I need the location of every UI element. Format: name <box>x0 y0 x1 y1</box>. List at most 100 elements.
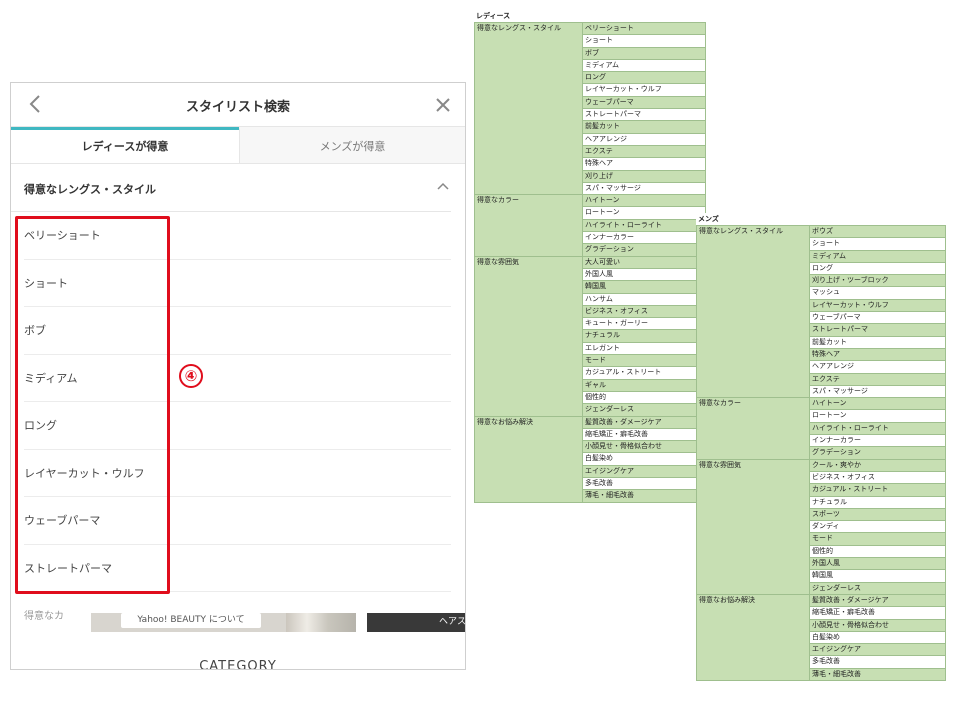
option-label: レイヤーカット・ウルフ <box>24 466 145 480</box>
option-label: ショート <box>24 276 68 290</box>
item-cell: ロートーン <box>809 409 946 423</box>
item-cell: スポーツ <box>809 507 946 522</box>
chevron-up-icon[interactable] <box>435 178 451 194</box>
item-cell: 小顔見せ・骨格似合わせ <box>809 618 946 632</box>
section-header-length-style[interactable]: 得意なレングス・スタイル <box>11 164 451 212</box>
item-cell: カジュアル・ストリート <box>809 483 946 497</box>
mens-reference-table: メンズ 得意なレングス・スタイル ボウズ ショート ミディアム ロング 刈り上げ・ツーブロ… <box>696 213 946 681</box>
item-cell: 外国人風 <box>582 267 706 282</box>
item-cell: 白髪染め <box>809 630 946 645</box>
hair-banner[interactable]: ヘアス <box>367 613 465 632</box>
stylist-search-modal: スタイリスト検索 レディースが得意 メンズが得意 得意なレングス・スタイル ベリ… <box>10 82 466 670</box>
mens-grid: 得意なレングス・スタイル ボウズ ショート ミディアム ロング 刈り上げ・ツーブロック マッ… <box>696 224 946 681</box>
item-cell: クール・爽やか <box>809 458 946 472</box>
item-cell: ロートーン <box>582 206 706 220</box>
item-cell: レイヤーカット・ウルフ <box>809 298 946 313</box>
item-cell: 薄毛・細毛改善 <box>809 667 946 681</box>
option-label: ボブ <box>24 324 46 338</box>
item-cell: ビジネス・オフィス <box>582 304 706 319</box>
item-cell: 韓国風 <box>809 569 946 583</box>
category-cell: 得意なレングス・スタイル <box>696 224 810 399</box>
category-cell: 得意なレングス・スタイル <box>474 21 583 196</box>
item-cell: 縮毛矯正・癖毛改善 <box>582 427 706 442</box>
item-cell: ナチュラル <box>809 495 946 509</box>
item-cell: エイジングケア <box>582 464 706 478</box>
item-cell: ミディアム <box>809 249 946 263</box>
item-cell: ハイライト・ローライト <box>582 218 706 233</box>
tab-ladies[interactable]: レディースが得意 <box>11 127 239 163</box>
item-cell: 前髪カット <box>809 335 946 349</box>
item-cell: ショート <box>582 34 706 48</box>
item-cell: 特殊ヘア <box>809 347 946 362</box>
option-label: ロング <box>24 419 57 433</box>
item-cell: ヘアアレンジ <box>582 132 706 146</box>
item-cell: グラデーション <box>582 243 706 257</box>
table-title: レディース <box>476 12 511 20</box>
item-cell: ロング <box>582 71 706 85</box>
option-label: ストレートパーマ <box>24 561 112 575</box>
section-title: 得意なレングス・スタイル <box>24 183 156 196</box>
ladies-grid: 得意なレングス・スタイル ベリーショート ショート ボブ ミディアム ロング レイヤーカット… <box>474 21 706 503</box>
item-cell: エレガント <box>582 341 706 356</box>
item-cell: インナーカラー <box>582 231 706 245</box>
item-cell: ベリーショート <box>582 21 706 36</box>
item-cell: 縮毛矯正・癖毛改善 <box>809 606 946 620</box>
option-layer-wolf[interactable]: レイヤーカット・ウルフ <box>24 450 451 497</box>
close-icon[interactable] <box>433 95 453 115</box>
item-cell: ロング <box>809 261 946 276</box>
option-straight-perm[interactable]: ストレートパーマ <box>24 545 451 592</box>
item-cell: ストレートパーマ <box>809 323 946 337</box>
banner-thumbnail <box>286 613 356 632</box>
category-heading: CATEGORY <box>199 659 277 670</box>
item-cell: ハイライト・ローライト <box>809 421 946 436</box>
category-cell: 得意なカラー <box>696 397 810 460</box>
category-cell: 得意なお悩み解決 <box>696 593 810 681</box>
item-cell: 小顔見せ・骨格似合わせ <box>582 440 706 454</box>
table-row: 得意なカラー ハイトーン <box>696 397 946 460</box>
item-cell: ウェーブパーマ <box>809 311 946 325</box>
about-link[interactable]: Yahoo! BEAUTY について <box>121 613 261 628</box>
item-cell: ハンサム <box>582 292 706 306</box>
category-cell: 得意なカラー <box>474 194 583 257</box>
table-row: 得意な雰囲気 クール・爽やか <box>696 458 946 595</box>
item-cell: ヘアアレンジ <box>809 360 946 374</box>
item-cell: ハイトーン <box>809 397 946 411</box>
ladies-reference-table: レディース 得意なレングス・スタイル ベリーショート ショート ボブ ミディアム ロングレ… <box>474 10 706 503</box>
option-very-short[interactable]: ベリーショート <box>24 212 451 260</box>
option-label: ウェーブパーマ <box>24 514 101 528</box>
item-cell: ボウズ <box>809 224 946 239</box>
item-cell: レイヤーカット・ウルフ <box>582 83 706 97</box>
category-cell: 得意な雰囲気 <box>696 458 810 595</box>
item-cell: ミディアム <box>582 58 706 73</box>
item-cell: 個性的 <box>809 544 946 559</box>
modal-title: スタイリスト検索 <box>185 100 290 115</box>
item-cell: ストレートパーマ <box>582 108 706 122</box>
item-cell: エクステ <box>809 372 946 386</box>
option-medium[interactable]: ミディアム <box>24 355 451 402</box>
table-title: メンズ <box>698 215 719 223</box>
item-cell: 多毛改善 <box>582 476 706 491</box>
tab-mens[interactable]: メンズが得意 <box>239 127 465 163</box>
item-cell: エイジングケア <box>809 643 946 657</box>
item-cell: ジェンダーレス <box>809 581 946 595</box>
item-cell: 髪質改善・ダメージケア <box>809 593 946 608</box>
item-cell: 髪質改善・ダメージケア <box>582 415 706 429</box>
option-long[interactable]: ロング <box>24 402 451 450</box>
table-row: 得意なお悩み解決 髪質改善・ダメージケア <box>696 593 946 681</box>
option-wave-perm[interactable]: ウェーブパーマ <box>24 497 451 545</box>
item-cell: ダンディ <box>809 520 946 534</box>
item-cell: 薄毛・細毛改善 <box>582 489 706 503</box>
next-section-partial[interactable]: 得意なカ <box>24 607 64 622</box>
table-row: 得意な雰囲気 大人可愛い <box>474 255 706 417</box>
option-label: ミディアム <box>24 371 78 385</box>
modal-header: スタイリスト検索 <box>11 83 465 127</box>
option-bob[interactable]: ボブ <box>24 307 451 355</box>
item-cell: スパ・マッサージ <box>809 384 946 399</box>
table-row: 得意なお悩み解決 髪質改善・ダメージケア <box>474 415 706 503</box>
item-cell: 個性的 <box>582 390 706 405</box>
table-row: 得意なカラー ハイトーン <box>474 194 706 257</box>
item-cell: ショート <box>809 237 946 251</box>
option-short[interactable]: ショート <box>24 260 451 307</box>
item-cell: 刈り上げ・ツーブロック <box>809 274 946 288</box>
item-cell: インナーカラー <box>809 434 946 448</box>
